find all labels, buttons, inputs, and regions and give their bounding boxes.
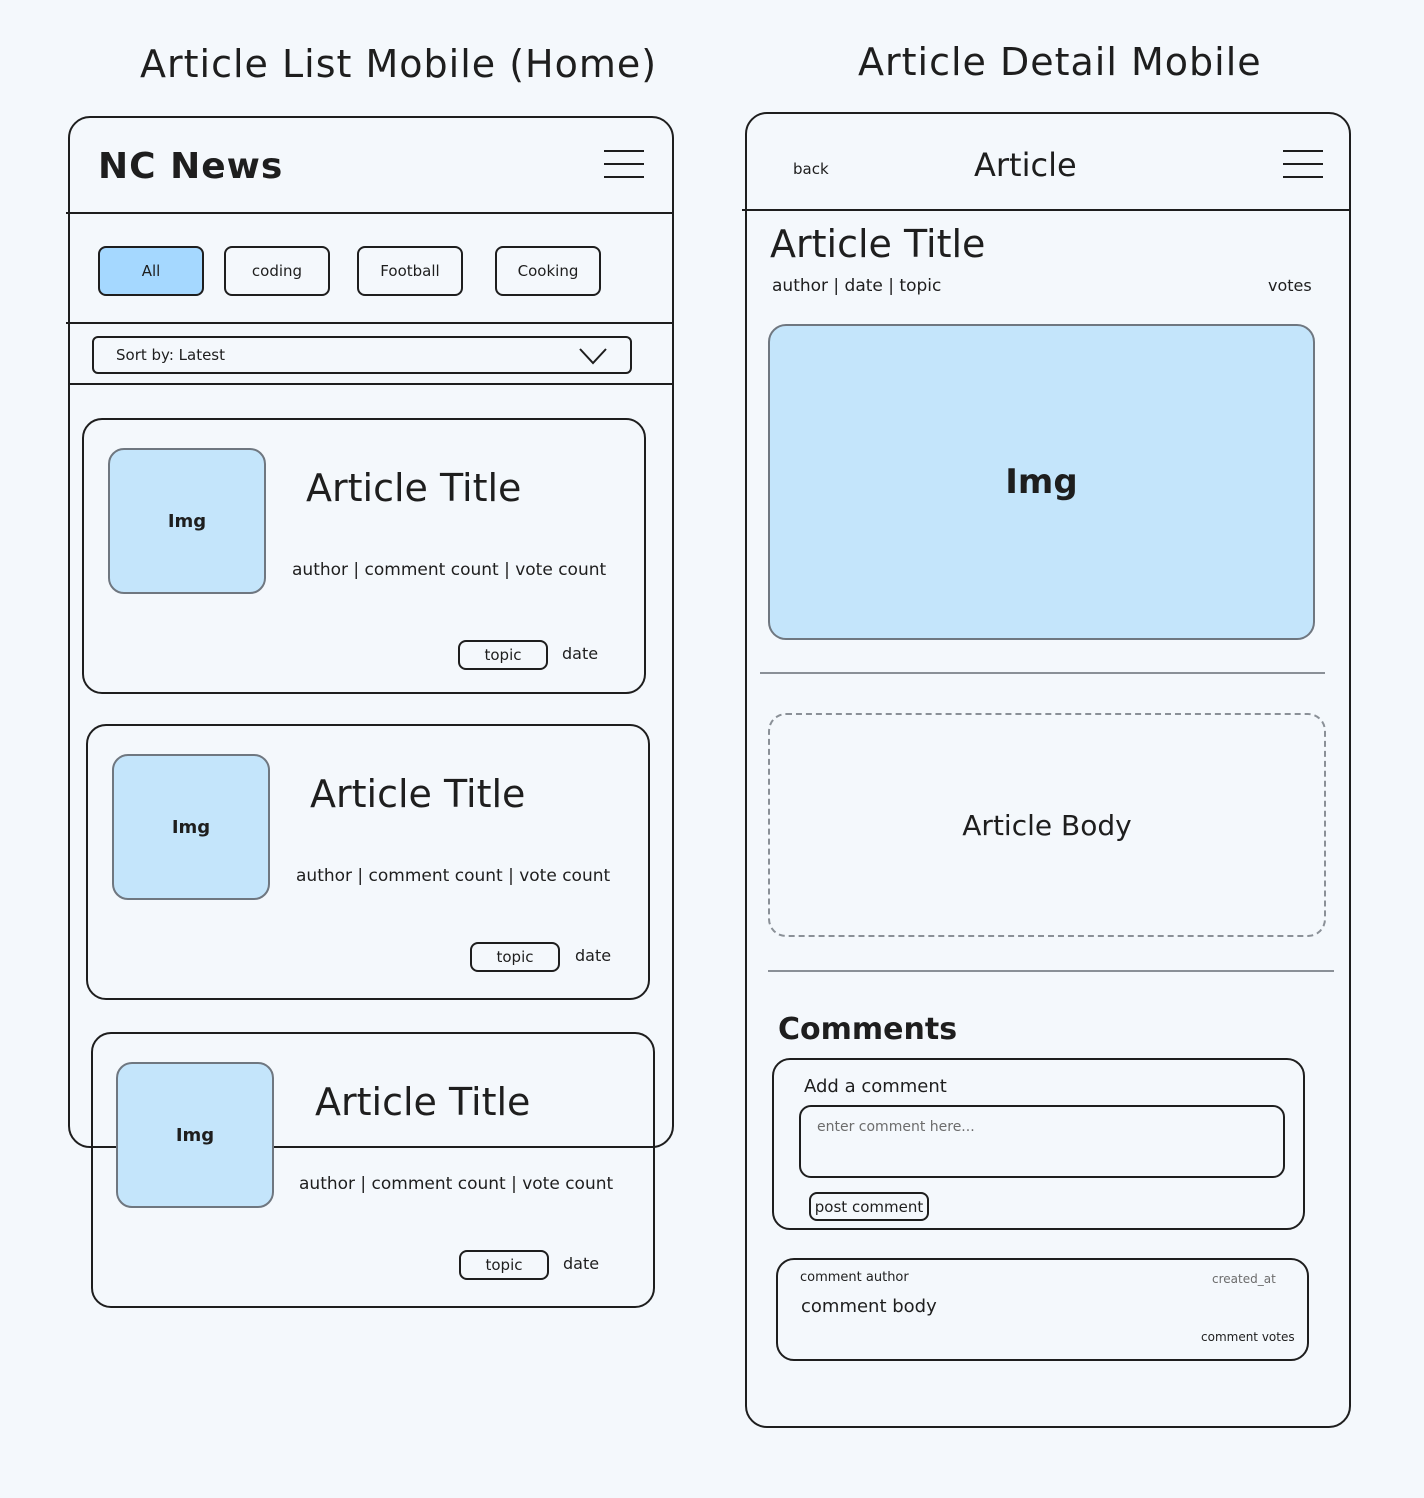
comment-input[interactable]: enter comment here... <box>799 1105 1285 1178</box>
image-divider <box>760 672 1325 674</box>
comment-input-placeholder: enter comment here... <box>817 1119 975 1135</box>
chevron-down-icon <box>579 348 607 365</box>
detail-header-divider <box>742 209 1351 211</box>
add-comment-form: Add a comment enter comment here... post… <box>772 1058 1305 1230</box>
detail-votes[interactable]: votes <box>1268 276 1312 295</box>
comment-author[interactable]: comment author <box>800 1270 909 1285</box>
article-meta: author | comment count | vote count <box>296 866 611 886</box>
article-title[interactable]: Article Title <box>306 466 521 510</box>
comment-votes[interactable]: comment votes <box>1201 1330 1295 1344</box>
detail-header-title: Article <box>974 146 1077 184</box>
article-card[interactable]: Img Article Title author | comment count… <box>86 724 650 1000</box>
article-date: date <box>575 946 612 965</box>
hamburger-menu-icon[interactable] <box>604 150 644 180</box>
detail-article-title: Article Title <box>770 222 986 266</box>
article-thumbnail: Img <box>116 1062 274 1208</box>
topic-chip-cooking[interactable]: Cooking <box>495 246 601 296</box>
app-title[interactable]: NC News <box>98 146 283 187</box>
topics-divider <box>66 322 674 324</box>
article-title[interactable]: Article Title <box>310 772 525 816</box>
article-meta: author | comment count | vote count <box>299 1174 614 1194</box>
comment-created-at: created_at <box>1212 1272 1276 1286</box>
back-link[interactable]: back <box>793 160 829 178</box>
topic-chip-all[interactable]: All <box>98 246 204 296</box>
article-body-text: Article Body <box>962 808 1132 842</box>
post-comment-button[interactable]: post comment <box>809 1192 929 1221</box>
img-placeholder-label: Img <box>171 816 211 838</box>
article-card[interactable]: Img Article Title author | comment count… <box>82 418 646 694</box>
article-thumbnail: Img <box>112 754 270 900</box>
img-placeholder-label: Img <box>175 1124 215 1146</box>
topic-tag[interactable]: topic <box>470 942 560 972</box>
img-placeholder-label: Img <box>1005 462 1078 502</box>
detail-article-image: Img <box>768 324 1315 640</box>
detail-article-meta: author | date | topic <box>772 276 942 296</box>
article-thumbnail: Img <box>108 448 266 594</box>
article-card[interactable]: Img Article Title author | comment count… <box>91 1032 655 1308</box>
detail-frame-title: Article Detail Mobile <box>858 40 1262 84</box>
list-frame-title: Article List Mobile (Home) <box>140 42 658 86</box>
article-date: date <box>562 644 599 663</box>
sort-select[interactable]: Sort by: Latest <box>92 336 632 374</box>
sort-divider <box>70 383 672 385</box>
sort-label: Sort by: Latest <box>116 346 225 364</box>
body-divider <box>768 970 1334 972</box>
topic-chip-football[interactable]: Football <box>357 246 463 296</box>
article-meta: author | comment count | vote count <box>292 560 607 580</box>
article-date: date <box>563 1254 600 1273</box>
comment-card: comment author created_at comment body c… <box>776 1258 1309 1361</box>
topic-chip-coding[interactable]: coding <box>224 246 330 296</box>
add-comment-label: Add a comment <box>804 1076 947 1097</box>
article-title[interactable]: Article Title <box>315 1080 530 1124</box>
img-placeholder-label: Img <box>167 510 207 532</box>
topic-tag[interactable]: topic <box>459 1250 549 1280</box>
header-divider <box>66 212 674 214</box>
hamburger-menu-icon[interactable] <box>1283 150 1323 180</box>
article-body-box: Article Body <box>768 713 1326 937</box>
topic-tag[interactable]: topic <box>458 640 548 670</box>
comment-body: comment body <box>801 1296 937 1317</box>
comments-heading: Comments <box>778 1012 958 1047</box>
